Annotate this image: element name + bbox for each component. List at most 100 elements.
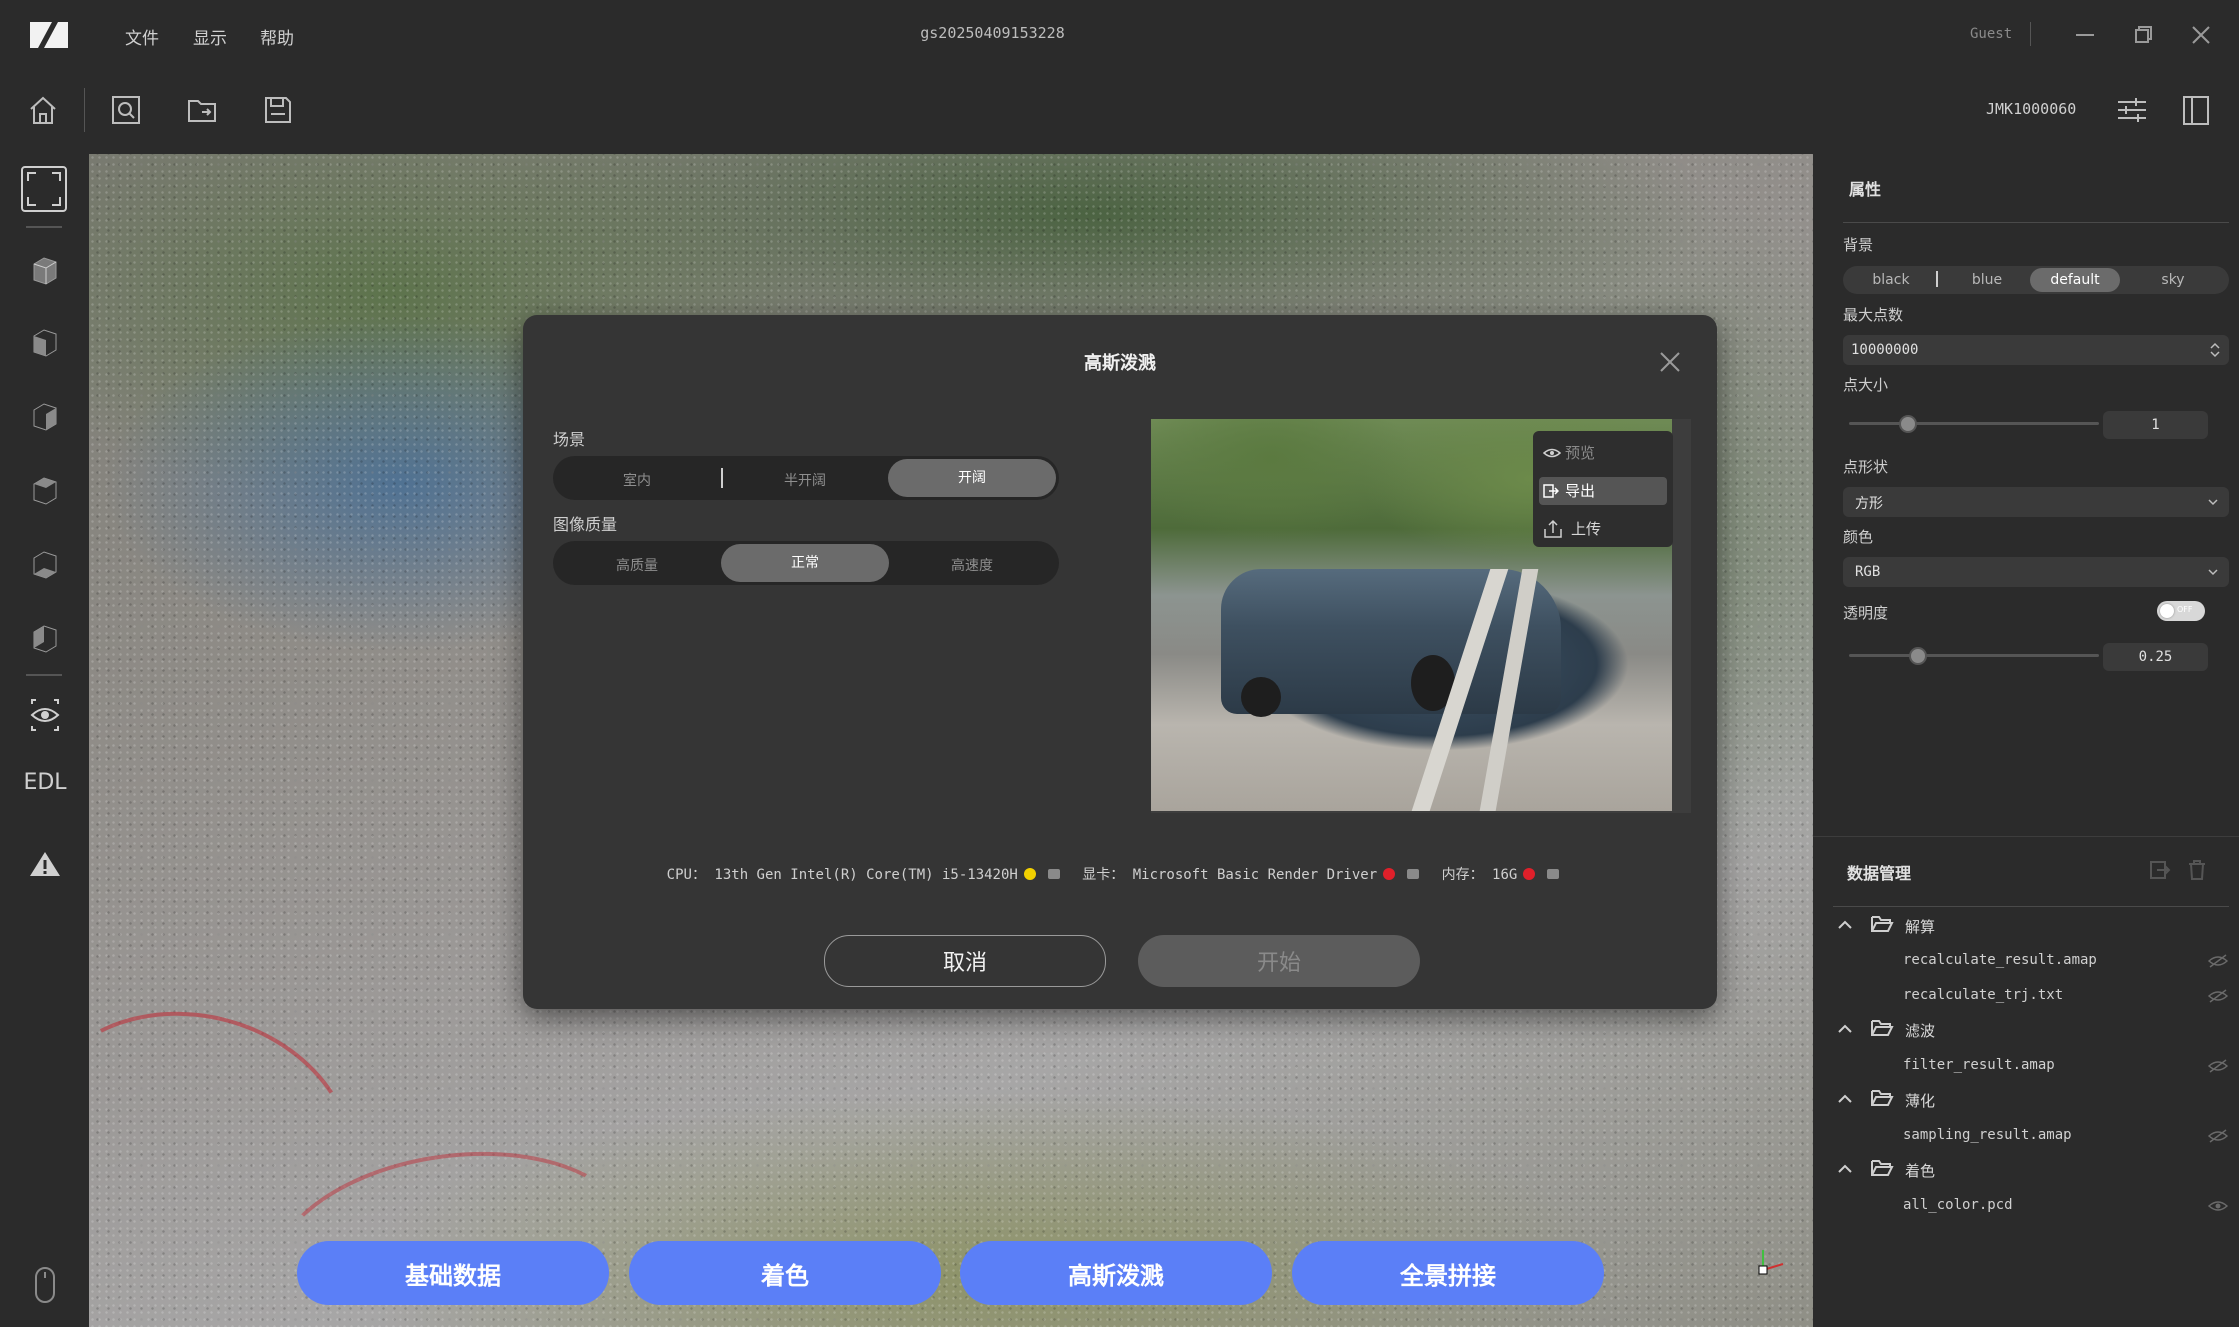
right-view-icon[interactable] [24,470,66,512]
tree-file-item[interactable]: all_color.pcd [1903,1197,2013,1213]
gaussian-splatting-dialog: 高斯泼溅 场景 室内 半开阔 开阔 图像质量 高质量 正常 高速度 预览 导出 … [523,315,1717,1009]
max-points-label: 最大点数 [1843,306,1904,324]
tree-file-item[interactable]: sampling_result.amap [1903,1127,2072,1143]
start-button[interactable]: 开始 [1138,935,1420,987]
message-icon[interactable] [1407,869,1420,879]
front-view-icon[interactable] [24,322,66,364]
stepper-icon[interactable] [2209,340,2221,360]
chevron-up-icon[interactable] [1837,1022,1853,1036]
eye-off-icon[interactable] [2207,988,2229,1004]
memory-label: 内存： [1441,867,1484,883]
panorama-stitch-button[interactable]: 全景拼接 [1292,1241,1604,1305]
chevron-up-icon[interactable] [1837,918,1853,932]
eye-icon[interactable] [24,694,66,736]
max-points-value: 10000000 [1851,342,1919,358]
colorize-button[interactable]: 着色 [629,1241,941,1305]
tree-group-label[interactable]: 滤波 [1905,1020,1935,1041]
eye-icon[interactable] [2207,1198,2229,1214]
gaussian-splatting-button[interactable]: 高斯泼溅 [960,1241,1272,1305]
top-view-icon[interactable] [24,544,66,586]
panel-toggle-icon[interactable] [2178,92,2214,128]
background-option-blue[interactable]: blue [1939,272,2035,288]
eye-off-icon[interactable] [2207,1128,2229,1144]
context-item-export[interactable]: 导出 [1539,477,1667,505]
scene-selector: 室内 半开阔 开阔 [553,456,1059,500]
close-icon[interactable] [2186,20,2216,50]
edl-icon[interactable]: EDL [22,770,68,800]
memory-status-indicator [1523,868,1536,880]
opacity-slider[interactable] [1849,654,2099,657]
tree-group-label[interactable]: 解算 [1905,916,1935,937]
point-shape-select[interactable]: 方形 [1843,487,2229,517]
opacity-input[interactable]: 0.25 [2103,643,2208,671]
gpu-value: Microsoft Basic Render Driver [1132,867,1378,883]
maximize-icon[interactable] [2128,20,2158,50]
opacity-slider-knob[interactable] [1909,647,1927,665]
memory-value: 16G [1492,867,1518,883]
eye-off-icon[interactable] [2207,953,2229,969]
quality-option-high[interactable]: 高质量 [553,555,721,575]
tree-group-label[interactable]: 薄化 [1905,1090,1935,1111]
message-icon[interactable] [1047,869,1060,879]
left-separator [26,674,62,676]
image-quality-selector: 高质量 正常 高速度 [553,541,1059,585]
basic-data-button[interactable]: 基础数据 [297,1241,609,1305]
folder-icon [1871,1160,1894,1176]
preview-car-wheel [1241,677,1281,717]
toggle-knob [2160,604,2174,618]
close-icon[interactable] [1657,349,1683,375]
point-size-slider[interactable] [1849,422,2099,425]
opacity-toggle-text: OFF [2177,605,2193,614]
background-option-default[interactable]: default [2030,268,2120,292]
scene-option-semi-open[interactable]: 半开阔 [721,470,889,490]
home-icon[interactable] [25,92,61,128]
minimize-icon[interactable] [2070,20,2100,50]
context-item-label: 导出 [1565,482,1596,500]
background-option-black[interactable]: black [1843,272,1939,288]
message-icon[interactable] [1547,869,1560,879]
opacity-toggle[interactable]: OFF [2157,601,2205,621]
warning-icon[interactable] [24,844,66,886]
gpu-status-indicator [1383,868,1396,880]
chevron-up-icon[interactable] [1837,1162,1853,1176]
save-icon[interactable] [260,92,296,128]
opacity-value: 0.25 [2138,649,2173,665]
settings-sliders-icon[interactable] [2114,92,2150,128]
cancel-button[interactable]: 取消 [824,935,1106,987]
scene-option-indoor[interactable]: 室内 [553,470,721,490]
tree-group-label[interactable]: 着色 [1905,1160,1935,1181]
cpu-label: CPU： [666,867,706,883]
open-folder-icon[interactable] [184,92,220,128]
tree-file-item[interactable]: recalculate_trj.txt [1903,987,2063,1003]
opacity-label: 透明度 [1843,604,1889,622]
fit-view-icon[interactable] [20,165,68,213]
segment-divider [1936,271,1938,287]
eye-off-icon[interactable] [2207,1058,2229,1074]
toolbar [0,70,2239,154]
point-size-slider-knob[interactable] [1899,415,1917,433]
background-option-sky[interactable]: sky [2125,272,2221,288]
max-points-input[interactable]: 10000000 [1843,335,2229,365]
context-item-upload[interactable]: 上传 [1539,515,1667,543]
search-file-icon[interactable] [108,92,144,128]
tree-file-item[interactable]: filter_result.amap [1903,1057,2055,1073]
chevron-up-icon[interactable] [1837,1092,1853,1106]
color-select[interactable]: RGB [1843,557,2229,587]
context-item-preview[interactable]: 预览 [1539,439,1667,467]
delete-icon[interactable] [2185,858,2209,882]
tree-file-item[interactable]: recalculate_result.amap [1903,952,2097,968]
bottom-view-icon[interactable] [24,618,66,660]
scene-option-open[interactable]: 开阔 [888,459,1056,497]
properties-title: 属性 [1849,180,1882,199]
context-item-label: 预览 [1565,444,1596,462]
quality-option-normal[interactable]: 正常 [721,544,889,582]
export-icon[interactable] [2147,858,2171,882]
context-item-label: 上传 [1571,520,1602,538]
quality-option-fast[interactable]: 高速度 [888,555,1056,575]
device-id: JMK1000060 [1986,100,2077,118]
point-size-value: 1 [2151,417,2160,433]
panel-divider [1843,222,2229,223]
cube-view-icon[interactable] [24,250,66,292]
left-view-icon[interactable] [24,396,66,438]
point-size-input[interactable]: 1 [2103,411,2208,439]
